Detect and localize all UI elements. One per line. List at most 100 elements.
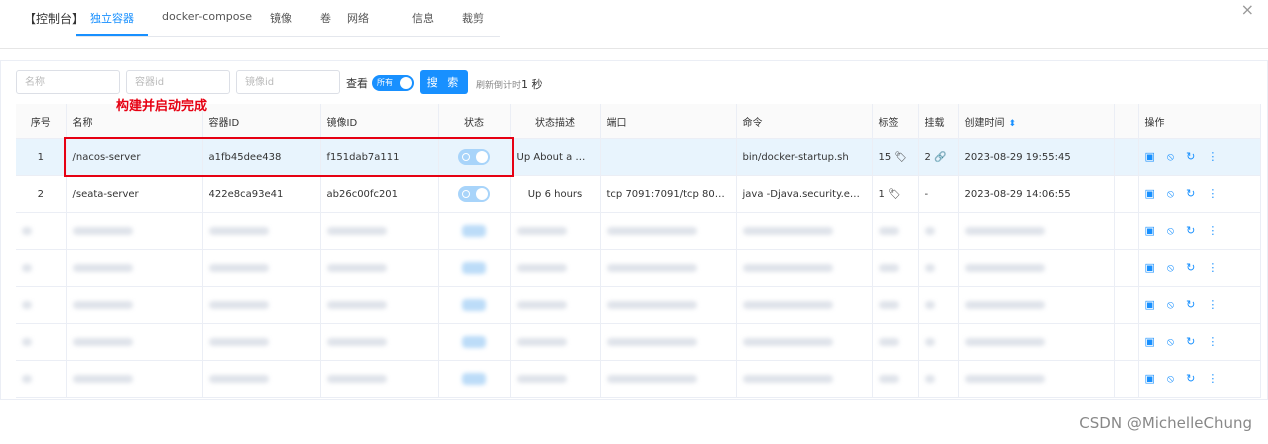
stop-icon[interactable]: ⦸ <box>1167 224 1174 238</box>
restart-icon[interactable]: ↻ <box>1186 150 1195 163</box>
cell-actions: ▣ ⦸ ↻ ⋮ <box>1138 360 1261 398</box>
cell-blurred <box>16 360 67 398</box>
cell-blurred <box>66 323 203 361</box>
blurred-text <box>72 263 133 272</box>
blurred-text <box>606 337 697 346</box>
blurred-text <box>964 337 1045 346</box>
tab-docker-compose[interactable]: docker-compose <box>162 10 252 23</box>
blurred-text <box>964 300 1045 309</box>
blurred-text <box>72 374 133 383</box>
log-icon[interactable]: ▣ <box>1145 150 1155 163</box>
cell-created: 2023-08-29 19:55:45 <box>958 138 1115 176</box>
blurred-text <box>22 226 32 235</box>
stop-icon[interactable]: ⦸ <box>1167 187 1174 201</box>
stop-icon[interactable]: ⦸ <box>1167 298 1174 312</box>
stop-icon[interactable]: ⦸ <box>1167 372 1174 386</box>
more-icon[interactable]: ⋮ <box>1207 150 1218 163</box>
image-id-filter-input[interactable] <box>236 70 340 94</box>
log-icon[interactable]: ▣ <box>1145 335 1155 348</box>
blurred-text <box>878 300 899 309</box>
status-switch[interactable] <box>458 149 490 165</box>
blurred-text <box>22 300 32 309</box>
more-icon[interactable]: ⋮ <box>1207 298 1218 311</box>
cell-blurred <box>918 360 959 398</box>
log-icon[interactable]: ▣ <box>1145 372 1155 385</box>
more-icon[interactable]: ⋮ <box>1207 261 1218 274</box>
col-ports: 端口 <box>600 104 737 139</box>
restart-icon[interactable]: ↻ <box>1186 298 1195 311</box>
table-row-blurred[interactable]: ▣ ⦸ ↻ ⋮ <box>16 249 1261 287</box>
col-mounts: 挂载 <box>918 104 959 139</box>
cell-blurred <box>438 323 511 361</box>
search-button[interactable]: 搜 索 <box>420 70 468 94</box>
cell-blurred <box>1114 286 1139 324</box>
cell-blurred <box>600 323 737 361</box>
restart-icon[interactable]: ↻ <box>1186 261 1195 274</box>
tab-standalone-containers[interactable]: 独立容器 <box>90 10 134 26</box>
cell-blurred <box>958 360 1115 398</box>
blurred-text <box>878 263 899 272</box>
log-icon[interactable]: ▣ <box>1145 261 1155 274</box>
more-icon[interactable]: ⋮ <box>1207 224 1218 237</box>
cell-mounts[interactable]: 2 🔗 <box>918 138 959 176</box>
cell-blurred <box>510 360 601 398</box>
sort-icon[interactable]: ⬍ <box>1009 119 1017 129</box>
col-created[interactable]: 创建时间 ⬍ <box>958 104 1115 139</box>
table-row-blurred[interactable]: ▣ ⦸ ↻ ⋮ <box>16 286 1261 324</box>
status-switch[interactable] <box>458 186 490 202</box>
blurred-text <box>208 300 269 309</box>
tab-images[interactable]: 镜像 <box>270 10 292 26</box>
restart-icon[interactable]: ↻ <box>1186 187 1195 200</box>
restart-icon[interactable]: ↻ <box>1186 224 1195 237</box>
more-icon[interactable]: ⋮ <box>1207 335 1218 348</box>
more-icon[interactable]: ⋮ <box>1207 187 1218 200</box>
cell-labels[interactable]: 15 🏷 <box>872 138 919 176</box>
table-row-blurred[interactable]: ▣ ⦸ ↻ ⋮ <box>16 323 1261 361</box>
blurred-text <box>964 263 1045 272</box>
tab-volumes[interactable]: 卷 <box>320 10 331 26</box>
name-filter-input[interactable] <box>16 70 120 94</box>
table-row[interactable]: 1/nacos-server a1fb45dee438 f151dab7a111 Up… <box>16 138 1261 176</box>
link-icon: 🔗 <box>934 151 947 163</box>
log-icon[interactable]: ▣ <box>1145 187 1155 200</box>
cell-blurred <box>438 286 511 324</box>
cell-blurred <box>958 249 1115 287</box>
cell-index: 2 <box>16 175 67 213</box>
table-row[interactable]: 2/seata-server 422e8ca93e41 ab26c00fc201 Up… <box>16 175 1261 213</box>
cell-blurred <box>66 360 203 398</box>
cell-blurred <box>16 323 67 361</box>
refresh-seconds: 1 秒 <box>521 78 543 91</box>
mounts-count: - <box>924 188 929 200</box>
restart-icon[interactable]: ↻ <box>1186 372 1195 385</box>
cell-blurred <box>510 212 601 250</box>
cell-blurred <box>202 212 321 250</box>
container-id-filter-input[interactable] <box>126 70 230 94</box>
log-icon[interactable]: ▣ <box>1145 298 1155 311</box>
cell-actions: ▣ ⦸ ↻ ⋮ <box>1138 323 1261 361</box>
stop-icon[interactable]: ⦸ <box>1167 335 1174 349</box>
cell-blurred <box>1114 360 1139 398</box>
close-icon[interactable]: × <box>1241 0 1254 19</box>
tag-icon: 🏷 <box>894 151 908 163</box>
tab-prune[interactable]: 裁剪 <box>462 10 484 26</box>
tab-info[interactable]: 信息 <box>412 10 434 26</box>
more-icon[interactable]: ⋮ <box>1207 372 1218 385</box>
cell-status-desc: Up About a mi... <box>510 138 601 176</box>
cell-labels[interactable]: 1 🏷 <box>872 175 919 213</box>
cell-name: /nacos-server <box>66 138 203 176</box>
table-row-blurred[interactable]: ▣ ⦸ ↻ ⋮ <box>16 360 1261 398</box>
log-icon[interactable]: ▣ <box>1145 224 1155 237</box>
blurred-text <box>72 226 133 235</box>
table-row-blurred[interactable]: ▣ ⦸ ↻ ⋮ <box>16 212 1261 250</box>
stop-icon[interactable]: ⦸ <box>1167 150 1174 164</box>
cell-blurred <box>918 249 959 287</box>
stop-icon[interactable]: ⦸ <box>1167 261 1174 275</box>
blurred-text <box>924 374 935 383</box>
cell-status <box>438 138 511 176</box>
cell-blurred <box>510 249 601 287</box>
view-all-toggle[interactable]: 所有 <box>372 75 414 91</box>
tab-networks[interactable]: 网络 <box>347 10 369 26</box>
restart-icon[interactable]: ↻ <box>1186 335 1195 348</box>
cell-blurred <box>872 286 919 324</box>
cell-mounts[interactable]: - <box>918 175 959 213</box>
